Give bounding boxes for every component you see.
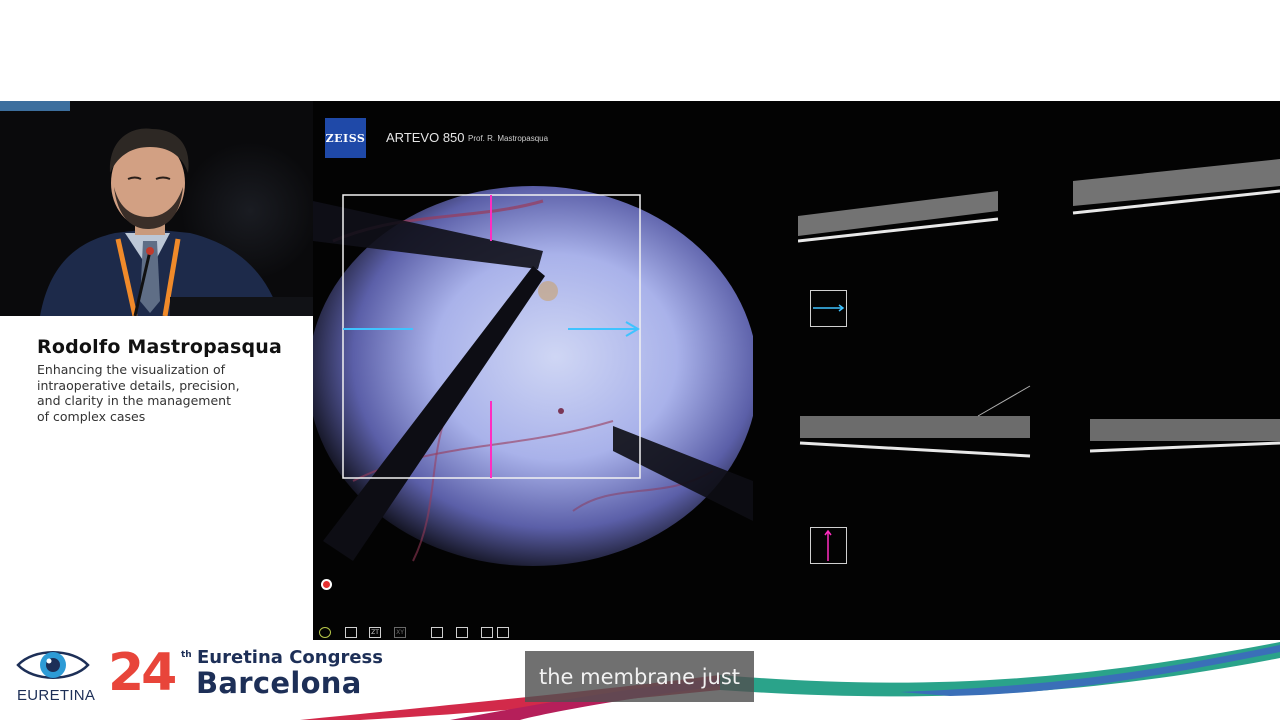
frame-icon[interactable] bbox=[481, 627, 493, 638]
live-caption: the membrane just bbox=[525, 651, 754, 702]
oct-vertical-scan bbox=[798, 381, 1280, 491]
device-model: ARTEVO 850 bbox=[386, 130, 465, 145]
decorative-ribbon bbox=[300, 640, 1280, 720]
speaker-figure bbox=[40, 121, 280, 316]
grid-icon[interactable] bbox=[345, 627, 357, 638]
lectern bbox=[170, 297, 313, 316]
topic-line: and clarity in the management bbox=[37, 393, 297, 409]
refresh-icon[interactable] bbox=[319, 627, 331, 638]
congress-title: Euretina Congress bbox=[197, 647, 383, 668]
vertical-scan-indicator-icon bbox=[810, 527, 847, 564]
surgeon-label: Prof. R. Mastropasqua bbox=[468, 134, 548, 143]
congress-edition-suffix: th bbox=[181, 650, 192, 660]
zt-icon[interactable]: ZT bbox=[369, 627, 381, 638]
background-screen bbox=[0, 101, 70, 111]
speaker-video bbox=[0, 101, 313, 316]
horizontal-scan-indicator-icon bbox=[810, 290, 847, 327]
xy-icon[interactable]: XY bbox=[394, 627, 406, 638]
euretina-eye-logo bbox=[16, 644, 90, 686]
topic-line: Enhancing the visualization of bbox=[37, 362, 297, 378]
congress-edition: 24 bbox=[108, 643, 174, 703]
split-icon[interactable] bbox=[431, 627, 443, 638]
congress-city: Barcelona bbox=[196, 666, 362, 700]
euretina-wordmark: EURETINA bbox=[17, 687, 95, 704]
microscope-view bbox=[313, 181, 753, 581]
topic-line: of complex cases bbox=[37, 409, 297, 425]
zeiss-logo: ZEISS bbox=[325, 118, 366, 158]
speaker-topic: Enhancing the visualization of intraoper… bbox=[37, 362, 297, 424]
oct-horizontal-scan bbox=[798, 141, 1280, 271]
speaker-name: Rodolfo Mastropasqua bbox=[37, 336, 282, 358]
topic-line: intraoperative details, precision, bbox=[37, 378, 297, 394]
target-icon[interactable] bbox=[497, 627, 509, 638]
crosshair-icon[interactable] bbox=[456, 627, 468, 638]
top-band bbox=[0, 0, 1280, 101]
surgical-display: ZEISS ARTEVO 850 Prof. R. Mastropasqua bbox=[313, 101, 1280, 640]
record-indicator-icon bbox=[321, 579, 332, 590]
